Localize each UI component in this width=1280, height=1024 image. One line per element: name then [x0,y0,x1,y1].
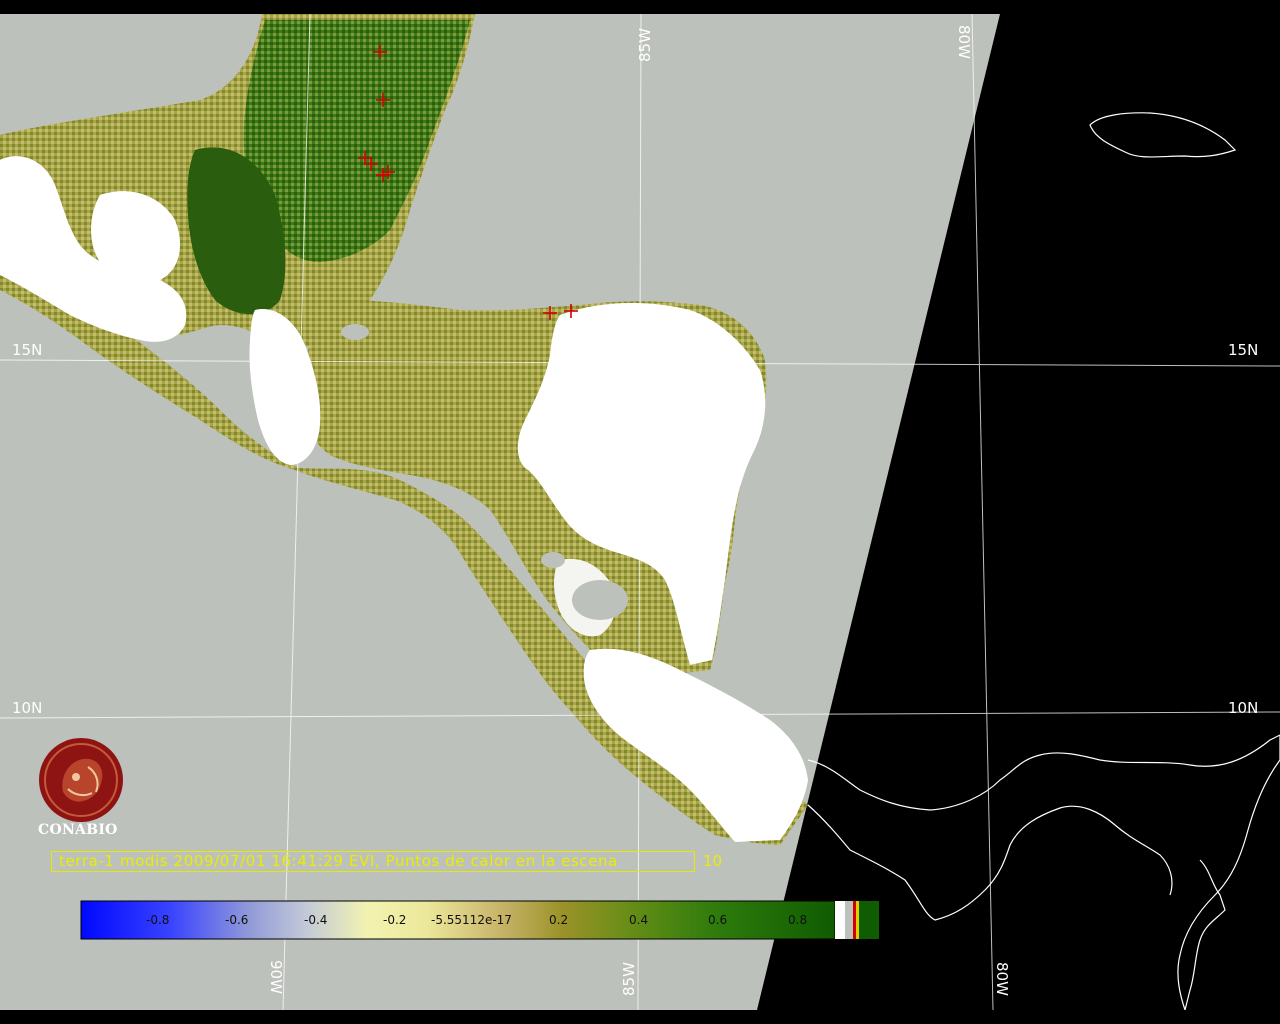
label-lon-80w-top: 80W [955,25,973,59]
colorbar-swath-class [845,901,853,939]
hotspot-count: 10 [703,852,723,870]
logo-name: CONABIO [38,822,118,838]
label-lon-85w-bottom: 85W [620,962,638,996]
colorbar-tick: 0.8 [788,913,807,927]
label-lat-10n-left: 10N [12,699,42,717]
label-lat-15n-left: 15N [12,341,42,359]
colorbar: -0.8 -0.6 -0.4 -0.2 -5.55112e-17 0.2 0.4… [80,900,879,940]
colorbar-yellow-class [856,901,859,939]
scene-caption: terra-1 modis 2009/07/01 16:41:29 EVI, P… [59,852,618,870]
conabio-logo-icon [39,738,123,822]
colorbar-end-class [859,901,879,939]
satellite-map: 15N 15N 10N 10N 85W 80W 90W 85W 80W -0.8… [0,0,1280,1024]
label-lat-10n-right: 10N [1228,699,1258,717]
label-lat-15n-right: 15N [1228,341,1258,359]
bottom-border [0,1010,1280,1024]
lake-nicaragua [572,580,628,620]
colorbar-tick: -5.55112e-17 [431,913,512,927]
colorbar-tick: 0.4 [629,913,648,927]
lake-managua [541,552,565,568]
colorbar-red-class [853,901,856,939]
colorbar-tick: 0.2 [549,913,568,927]
colorbar-cloud-class [835,901,845,939]
colorbar-tick: -0.8 [146,913,169,927]
lake-izabal [341,324,369,340]
top-border [0,0,1280,14]
label-lon-90w-bottom: 90W [267,960,285,994]
colorbar-tick: -0.2 [383,913,406,927]
colorbar-tick: 0.6 [708,913,727,927]
colorbar-tick: -0.6 [225,913,248,927]
label-lon-80w-bottom: 80W [993,962,1011,996]
colorbar-tick: -0.4 [304,913,327,927]
label-lon-85w-top: 85W [636,28,654,62]
